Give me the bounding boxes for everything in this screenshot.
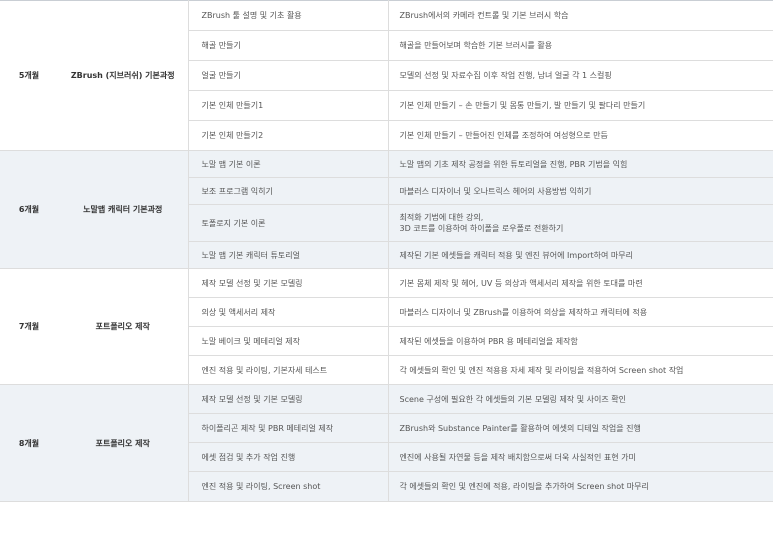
table-row: 8개월 포트폴리오 제작 제작 모델 선정 및 기본 모델링 Scene 구성에 필요… [0, 384, 773, 502]
description-line: 제작된 에셋들을 이용하여 PBR 용 메테리얼을 제작함 [399, 336, 578, 346]
curriculum-table: 5개월 ZBrush (지브러쉬) 기본과정 ZBrush 툴 설명 및 기초 활용… [0, 0, 773, 502]
description-cell: 최적화 기법에 대한 강의, 3D 코트를 이용하여 하이폴을 로우폴로 전환하기 [388, 204, 773, 242]
topic-cell: 해골 만들기 [188, 30, 389, 61]
course-cell: 포트폴리오 제작 [58, 268, 189, 385]
topic-cell: 엔진 적용 및 라이팅, 기본자세 테스트 [188, 355, 389, 385]
table-row: 5개월 ZBrush (지브러쉬) 기본과정 ZBrush 툴 설명 및 기초 활용… [0, 0, 773, 151]
description-line: 각 에셋들의 확인 및 엔진 적용용 자세 제작 및 라이팅을 적용하여 Scr… [399, 365, 684, 375]
description-cell: 해골을 만들어보며 학습한 기본 브러시를 활용 [388, 30, 773, 61]
topic-cell: 기본 인체 만들기2 [188, 120, 389, 151]
description-cell: ZBrush에서의 카메라 컨트롤 및 기본 브러시 학습 [388, 0, 773, 31]
description-cell: 제작된 기본 에셋들을 캐릭터 적용 및 엔진 뷰어에 Import하여 마무리 [388, 241, 773, 269]
description-line: 마블러스 디자이너 및 ZBrush를 이용하여 의상을 제작하고 캐릭터에 적… [399, 307, 648, 317]
course-cell: 포트폴리오 제작 [58, 384, 189, 502]
description-cell: 마블러스 디자이너 및 ZBrush를 이용하여 의상을 제작하고 캐릭터에 적… [388, 297, 773, 327]
curriculum-body: 5개월 ZBrush (지브러쉬) 기본과정 ZBrush 툴 설명 및 기초 활용… [0, 0, 773, 502]
description-cell: 모델의 선정 및 자료수집 이후 작업 진행, 남녀 얼굴 각 1 스컬핑 [388, 60, 773, 91]
course-cell: 노말맵 캐릭터 기본과정 [58, 150, 189, 269]
description-line: ZBrush와 Substance Painter를 활용하여 에셋의 디테일 … [399, 423, 641, 433]
description-cell: 각 에셋들의 확인 및 엔진에 적용, 라이팅을 추가하여 Screen sho… [388, 471, 773, 502]
description-line: 기본 인체 만들기 – 손 만들기 및 몸통 만들기, 발 만들기 및 팔다리 … [399, 101, 646, 110]
topic-cell: 토폴로지 기본 이론 [188, 204, 389, 242]
description-line: 해골을 만들어보며 학습한 기본 브러시를 활용 [399, 41, 553, 50]
description-line: 모델의 선정 및 자료수집 이후 작업 진행, 남녀 얼굴 각 1 스컬핑 [399, 71, 612, 80]
topic-cell: 제작 모델 선정 및 기본 모델링 [188, 268, 389, 298]
description-line: 제작된 기본 에셋들을 캐릭터 적용 및 엔진 뷰어에 Import하여 마무리 [399, 250, 633, 260]
description-cell: 기본 인체 만들기 – 손 만들기 및 몸통 만들기, 발 만들기 및 팔다리 … [388, 90, 773, 121]
month-cell: 8개월 [0, 384, 58, 502]
description-line: 3D 코트를 이용하여 하이폴을 로우폴로 전환하기 [399, 224, 564, 233]
topic-cell: 노말 맵 기본 캐릭터 튜토리얼 [188, 241, 389, 269]
topic-cell: 얼굴 만들기 [188, 60, 389, 91]
description-line: 마블러스 디자이너 및 오나트릭스 헤어의 사용방법 익히기 [399, 186, 592, 196]
course-cell: ZBrush (지브러쉬) 기본과정 [58, 0, 189, 151]
description-cell: 마블러스 디자이너 및 오나트릭스 헤어의 사용방법 익히기 [388, 177, 773, 205]
topic-cell: 노말 베이크 및 메테리얼 제작 [188, 326, 389, 356]
description-line: 기본 인체 만들기 – 만들어진 인체를 조정하여 여성형으로 만듬 [399, 131, 608, 140]
description-cell: 기본 몸체 제작 및 헤어, UV 등 의상과 액세서리 제작을 위한 토대를 … [388, 268, 773, 298]
topic-cell: 기본 인체 만들기1 [188, 90, 389, 121]
table-row: 6개월 노말맵 캐릭터 기본과정 노말 맵 기본 이론 노말 맵의 기초 제작 공정을… [0, 150, 773, 269]
description-cell: 엔진에 사용될 자연물 등을 제작 배치함으로써 더욱 사실적인 표현 가미 [388, 442, 773, 472]
topic-cell: 하이폴리곤 제작 및 PBR 메테리얼 제작 [188, 413, 389, 443]
month-cell: 6개월 [0, 150, 58, 269]
topic-cell: 에셋 점검 및 추가 작업 진행 [188, 442, 389, 472]
topic-cell: 엔진 적용 및 라이팅, Screen shot [188, 471, 389, 502]
topic-cell: 의상 및 액세서리 제작 [188, 297, 389, 327]
description-cell: 노말 맵의 기초 제작 공정을 위한 튜토리얼을 진행, PBR 기법을 익힘 [388, 150, 773, 178]
description-line: 엔진에 사용될 자연물 등을 제작 배치함으로써 더욱 사실적인 표현 가미 [399, 452, 636, 462]
description-line: 최적화 기법에 대한 강의, [399, 213, 484, 222]
month-cell: 5개월 [0, 0, 58, 151]
description-line: 기본 몸체 제작 및 헤어, UV 등 의상과 액세서리 제작을 위한 토대를 … [399, 278, 643, 288]
description-cell: 기본 인체 만들기 – 만들어진 인체를 조정하여 여성형으로 만듬 [388, 120, 773, 151]
description-line: 각 에셋들의 확인 및 엔진에 적용, 라이팅을 추가하여 Screen sho… [399, 482, 649, 491]
description-cell: 제작된 에셋들을 이용하여 PBR 용 메테리얼을 제작함 [388, 326, 773, 356]
topic-cell: 제작 모델 선정 및 기본 모델링 [188, 384, 389, 414]
topic-cell: ZBrush 툴 설명 및 기초 활용 [188, 0, 389, 31]
description-line: ZBrush에서의 카메라 컨트롤 및 기본 브러시 학습 [399, 11, 569, 20]
description-line: 노말 맵의 기초 제작 공정을 위한 튜토리얼을 진행, PBR 기법을 익힘 [399, 159, 628, 169]
table-row: 7개월 포트폴리오 제작 제작 모델 선정 및 기본 모델링 기본 몸체 제작 및 헤… [0, 268, 773, 385]
month-cell: 7개월 [0, 268, 58, 385]
description-line: Scene 구성에 필요한 각 에셋들의 기본 모델링 제작 및 사이즈 확인 [399, 394, 626, 404]
description-cell: Scene 구성에 필요한 각 에셋들의 기본 모델링 제작 및 사이즈 확인 [388, 384, 773, 414]
description-cell: 각 에셋들의 확인 및 엔진 적용용 자세 제작 및 라이팅을 적용하여 Scr… [388, 355, 773, 385]
topic-cell: 보조 프로그램 익히기 [188, 177, 389, 205]
description-cell: ZBrush와 Substance Painter를 활용하여 에셋의 디테일 … [388, 413, 773, 443]
topic-cell: 노말 맵 기본 이론 [188, 150, 389, 178]
